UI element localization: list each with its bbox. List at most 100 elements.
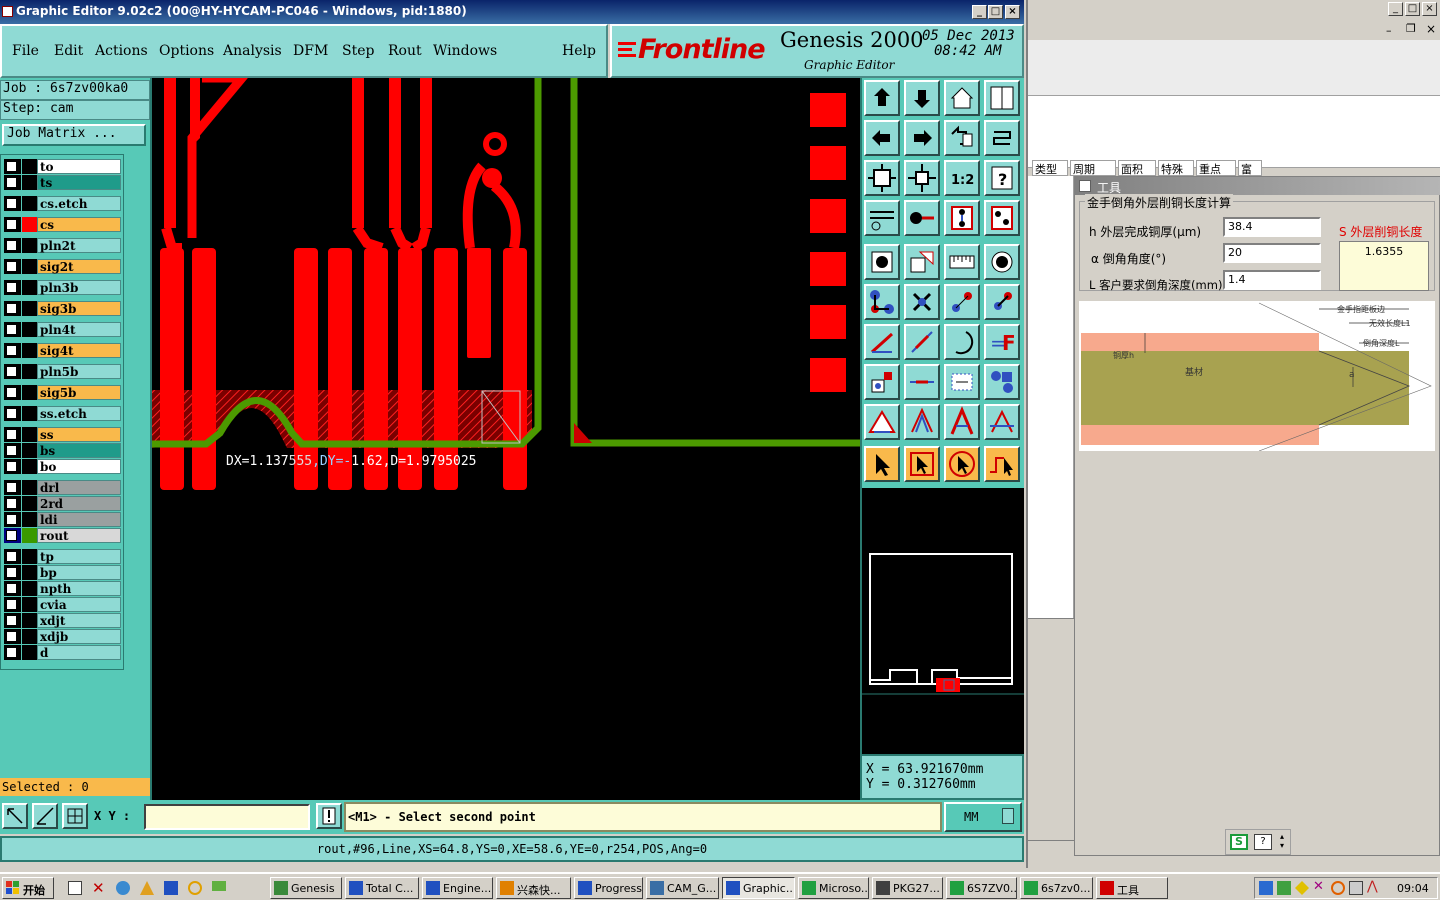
triangle-pad-icon[interactable] <box>864 404 900 440</box>
layer-checkbox[interactable] <box>6 551 17 562</box>
layer-name[interactable]: ts <box>37 175 121 190</box>
menu-windows[interactable]: Windows <box>433 43 497 59</box>
layer-checkbox[interactable] <box>6 240 17 251</box>
menu-file[interactable]: File <box>12 43 39 59</box>
zoom-1to2-icon[interactable]: 1:2 <box>944 160 980 196</box>
edit-line-icon[interactable] <box>904 324 940 360</box>
clock-icon[interactable] <box>188 881 202 895</box>
layer-name[interactable]: bs <box>37 443 121 458</box>
layer-color-swatch[interactable] <box>22 512 37 527</box>
layer-checkbox[interactable] <box>6 615 17 626</box>
layer-row-cs-etch[interactable]: cs.etch <box>3 196 121 211</box>
page-up-icon[interactable] <box>864 80 900 116</box>
layer-checkbox[interactable] <box>6 445 17 456</box>
layer-color-swatch[interactable] <box>22 459 37 474</box>
sheet-column-header[interactable]: 类型 <box>1032 160 1068 176</box>
layer-checkbox[interactable] <box>6 198 17 209</box>
ie-icon[interactable] <box>116 881 130 895</box>
layer-name[interactable]: ss.etch <box>37 406 121 421</box>
maximize-button[interactable]: □ <box>988 5 1003 19</box>
menu-edit[interactable]: Edit <box>54 43 83 59</box>
resize-icon[interactable] <box>944 364 980 400</box>
layer-row-pln5b[interactable]: pln5b <box>3 364 121 379</box>
layer-row-xdjb[interactable]: xdjb <box>3 629 121 644</box>
help-query-icon[interactable]: ? <box>984 160 1020 196</box>
alert-icon[interactable] <box>316 803 342 829</box>
layer-name[interactable]: ss <box>37 427 121 442</box>
line-cut-icon[interactable] <box>904 364 940 400</box>
pcb-artwork[interactable]: DX=1.137555,DY=-1.62,D=1.9795025 <box>152 78 860 800</box>
pad-add-icon[interactable] <box>864 364 900 400</box>
draw-line-icon[interactable] <box>864 324 900 360</box>
layer-row-ts[interactable]: ts <box>3 175 121 190</box>
layer-checkbox[interactable] <box>6 482 17 493</box>
sheet-column-header[interactable]: 富 <box>1238 160 1262 176</box>
layer-row-sig4t[interactable]: sig4t <box>3 343 121 358</box>
layer-name[interactable]: cs.etch <box>37 196 121 211</box>
layer-color-swatch[interactable] <box>22 159 37 174</box>
layer-color-swatch[interactable] <box>22 301 37 316</box>
taskbar-item[interactable]: 6S7ZV0... <box>946 877 1017 899</box>
layer-color-swatch[interactable] <box>22 613 37 628</box>
window-split-icon[interactable] <box>984 80 1020 116</box>
net-highlight-icon[interactable] <box>984 200 1020 236</box>
layer-checkbox[interactable] <box>6 282 17 293</box>
layer-name[interactable]: drl <box>37 480 121 495</box>
alpha-input[interactable]: 20 <box>1223 243 1321 263</box>
minimize-button[interactable]: _ <box>972 5 987 19</box>
layer-row-pln3b[interactable]: pln3b <box>3 280 121 295</box>
text-f-icon[interactable]: = F <box>984 324 1020 360</box>
layer-checkbox[interactable] <box>6 530 17 541</box>
tray-settings-icon[interactable] <box>1349 881 1363 895</box>
bg-maximize-button[interactable]: □ <box>1405 2 1420 16</box>
zoom-fit-icon[interactable] <box>864 160 900 196</box>
layer-name[interactable]: npth <box>37 581 121 596</box>
close-all-icon[interactable]: ✕ <box>92 879 105 897</box>
layer-color-swatch[interactable] <box>22 565 37 580</box>
xy-input[interactable] <box>144 804 310 830</box>
layer-color-swatch[interactable] <box>22 406 37 421</box>
layer-row-cs[interactable]: cs <box>3 217 121 232</box>
home-icon[interactable] <box>944 80 980 116</box>
pointer-select-icon[interactable] <box>904 446 940 482</box>
layer-name[interactable]: cvia <box>37 597 121 612</box>
tray-antivirus-icon[interactable]: ⋀ <box>1367 879 1378 894</box>
layer-checkbox[interactable] <box>6 599 17 610</box>
menu-step[interactable]: Step <box>342 43 374 59</box>
ruler-icon[interactable] <box>944 244 980 280</box>
overview-map[interactable] <box>860 488 1024 754</box>
sheet-column-header[interactable]: 周期 <box>1070 160 1116 176</box>
redraw-icon[interactable] <box>984 120 1020 156</box>
close-button[interactable]: × <box>1005 5 1020 19</box>
bg-minimize-button[interactable]: _ <box>1388 2 1403 16</box>
layer-color-swatch[interactable] <box>22 427 37 442</box>
circle-pad-icon[interactable] <box>984 244 1020 280</box>
layer-row-sig5b[interactable]: sig5b <box>3 385 121 400</box>
network-icon[interactable] <box>1259 881 1273 895</box>
layer-checkbox[interactable] <box>6 366 17 377</box>
tray-x-icon[interactable]: ✕ <box>1313 879 1324 894</box>
layer-name[interactable]: bp <box>37 565 121 580</box>
show-desktop-icon[interactable] <box>68 881 82 895</box>
measure-tool-icon[interactable] <box>32 803 58 829</box>
grid-icon[interactable] <box>62 803 88 829</box>
layer-row-npth[interactable]: npth <box>3 581 121 596</box>
layer-name[interactable]: 2rd <box>37 496 121 511</box>
snap-icon[interactable] <box>2 803 28 829</box>
connect-nodes-icon[interactable] <box>864 284 900 320</box>
L-input[interactable]: 1.4 <box>1223 270 1321 290</box>
angle-icon[interactable] <box>904 404 940 440</box>
layer-name[interactable]: xdjb <box>37 629 121 644</box>
page-down-icon[interactable] <box>904 80 940 116</box>
layer-color-swatch[interactable] <box>22 385 37 400</box>
tray-sync-icon[interactable] <box>1331 881 1345 895</box>
menu-actions[interactable]: Actions <box>95 43 148 59</box>
taskbar-item[interactable]: Genesis <box>270 877 342 899</box>
layer-row-bp[interactable]: bp <box>3 565 121 580</box>
layer-row-cvia[interactable]: cvia <box>3 597 121 612</box>
layer-row-d[interactable]: d <box>3 645 121 660</box>
pointer-icon[interactable] <box>864 446 900 482</box>
a-shape-alt-icon[interactable] <box>984 404 1020 440</box>
menu-rout[interactable]: Rout <box>388 43 422 59</box>
layer-row-sig3b[interactable]: sig3b <box>3 301 121 316</box>
